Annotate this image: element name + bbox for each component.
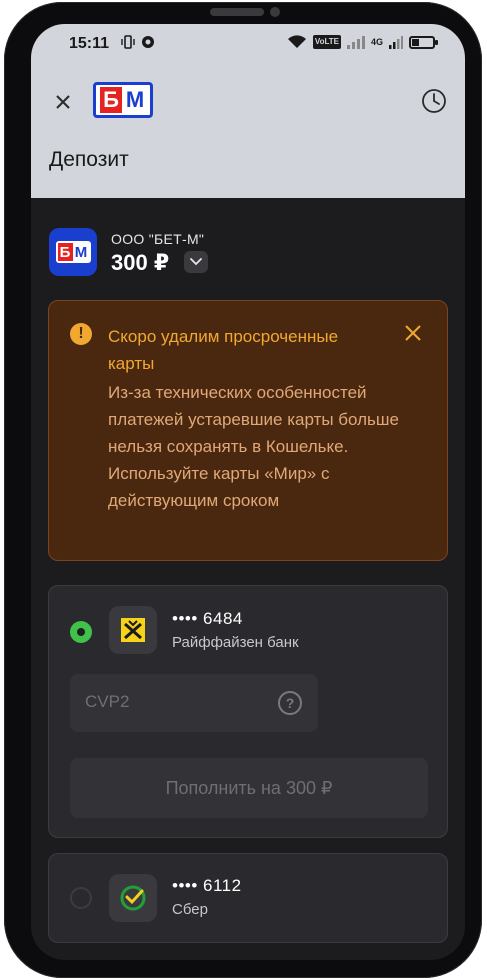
top-up-button[interactable]: Пополнить на 300 ₽ — [70, 758, 428, 818]
cvv-input[interactable]: CVP2 ? — [70, 674, 318, 732]
raiffeisen-logo-icon — [109, 606, 157, 654]
status-icons-right: VoLTE 4G — [287, 35, 438, 49]
card-number: •••• 6484 — [172, 609, 243, 628]
warning-body: Из-за технических особенностей платежей … — [108, 383, 399, 510]
card-radio-unselected[interactable] — [70, 887, 92, 909]
speaker — [210, 8, 264, 16]
history-icon[interactable] — [421, 88, 447, 114]
merchant-logo: БМ — [49, 228, 97, 276]
sber-icon — [120, 885, 146, 911]
raiffeisen-icon — [121, 618, 145, 642]
cvv-placeholder: CVP2 — [85, 692, 130, 711]
status-time: 15:11 — [69, 35, 110, 52]
volte-badge: VoLTE — [312, 35, 341, 49]
phone-frame: 15:11 VoLTE 4G Б М Депозит Б М ООО "БЕТ-… — [4, 2, 482, 978]
bank-name: Райффайзен банк — [172, 634, 299, 651]
brand-logo: Б М — [93, 82, 153, 118]
battery-icon — [409, 35, 438, 49]
notification-app-icon — [142, 36, 154, 48]
wifi-icon — [287, 35, 306, 48]
signal-icon — [346, 36, 365, 49]
warning-title: Скоро удалим просроченные карты — [108, 327, 339, 373]
close-warning-icon[interactable] — [403, 323, 423, 343]
exclamation-icon: ! — [70, 323, 92, 345]
close-icon — [56, 95, 70, 109]
card-radio-selected[interactable] — [70, 621, 92, 643]
merchant-name: ООО "БЕТ-М" — [111, 231, 205, 247]
chevron-down-icon — [190, 258, 202, 266]
card-number: •••• 6112 — [172, 876, 242, 895]
card-option-raiffeisen[interactable]: •••• 6484 Райффайзен банк CVP2 ? Пополни… — [48, 585, 448, 838]
merchant-amount: 300 ₽ — [111, 250, 170, 275]
status-bar: 15:11 VoLTE 4G — [31, 24, 465, 64]
front-camera — [270, 7, 280, 17]
amount-details-button[interactable] — [184, 251, 208, 273]
vibrate-icon — [121, 35, 135, 49]
signal-icon-2 — [389, 36, 403, 49]
header-area: 15:11 VoLTE 4G Б М Депозит — [31, 24, 465, 198]
expired-cards-warning: ! Скоро удалим просроченные карты Из-за … — [48, 300, 448, 561]
sber-logo-icon — [109, 874, 157, 922]
close-button[interactable] — [51, 90, 75, 114]
screen: 15:11 VoLTE 4G Б М Депозит Б М ООО "БЕТ-… — [31, 24, 465, 960]
bank-name: Сбер — [172, 901, 208, 918]
page-title: Депозит — [49, 148, 129, 171]
card-option-sber[interactable]: •••• 6112 Сбер — [48, 853, 448, 943]
network-type: 4G — [370, 37, 383, 47]
status-icons-left — [121, 35, 156, 49]
help-icon[interactable]: ? — [278, 691, 302, 715]
